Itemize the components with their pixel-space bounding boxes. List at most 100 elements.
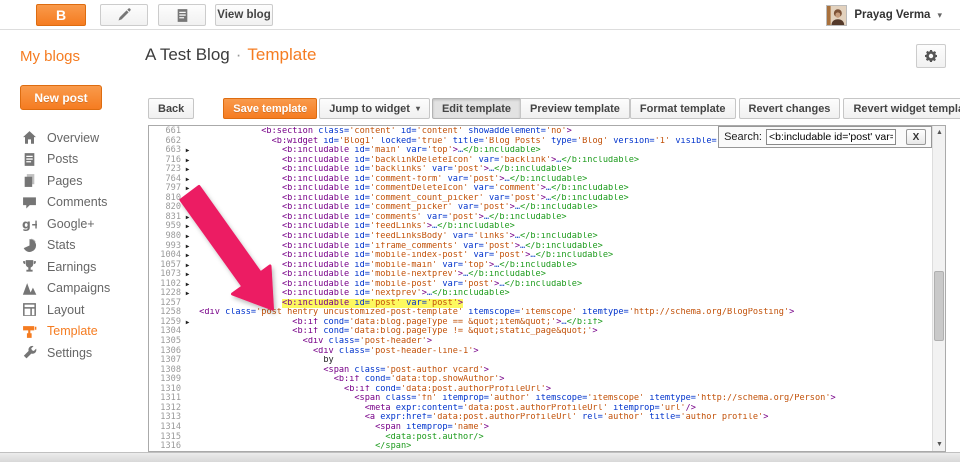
code-text: <b:includable id='feedLinks'>…</b:includ… <box>194 222 932 232</box>
back-button[interactable]: Back <box>148 98 194 119</box>
code-line: 1315<data:post.author/> <box>149 433 932 443</box>
fold-slot <box>181 347 194 357</box>
documents-icon <box>175 8 190 23</box>
code-line: 1316</span> <box>149 442 932 452</box>
my-blogs-link[interactable]: My blogs <box>20 48 80 65</box>
sidebar-item-google[interactable]: Google+ <box>0 213 145 235</box>
code-fold-toggle[interactable]: ▶ <box>181 175 194 185</box>
fold-slot <box>181 423 194 433</box>
code-line: 1304<b:if cond='data:blog.pageType != &q… <box>149 327 932 337</box>
fold-slot <box>181 433 194 443</box>
search-input[interactable] <box>766 129 896 145</box>
sidebar-item-label: Campaigns <box>47 281 110 295</box>
sidebar-item-layout[interactable]: Layout <box>0 299 145 321</box>
top-bar: B View blog Prayag Verma ▾ <box>0 0 960 30</box>
pencil-icon <box>117 8 131 22</box>
template-icon <box>22 324 37 339</box>
code-fold-toggle[interactable]: ▶ <box>181 184 194 194</box>
code-line: 980▶<b:includable id='feedLinksBody' var… <box>149 232 932 242</box>
new-post-button[interactable]: New post <box>20 85 102 110</box>
code-fold-toggle[interactable]: ▶ <box>181 318 194 328</box>
home-icon <box>22 130 37 145</box>
code-lines: 661<b:section class='content' id='conten… <box>149 127 932 452</box>
chevron-down-icon: ▾ <box>416 104 420 113</box>
code-line: 1073▶<b:includable id='mobile-nextprev'>… <box>149 270 932 280</box>
code-fold-toggle[interactable]: ▶ <box>181 194 194 204</box>
code-fold-toggle[interactable]: ▶ <box>181 203 194 213</box>
code-fold-toggle[interactable]: ▶ <box>181 270 194 280</box>
new-post-icon-button[interactable] <box>100 4 148 26</box>
vertical-scrollbar[interactable]: ▲ ▼ <box>932 126 945 451</box>
code-fold-toggle[interactable]: ▶ <box>181 251 194 261</box>
scrollbar-thumb[interactable] <box>934 271 944 341</box>
fold-slot <box>181 375 194 385</box>
sidebar-item-posts[interactable]: Posts <box>0 149 145 171</box>
blogger-logo-button[interactable]: B <box>36 4 86 26</box>
toolbar-spacer <box>194 98 223 119</box>
sidebar-item-template[interactable]: Template <box>0 321 145 343</box>
scroll-up-arrow-icon[interactable]: ▲ <box>933 126 946 139</box>
revert-widget-templates-to-default-button[interactable]: Revert widget templates to default <box>843 98 960 119</box>
gear-icon <box>924 49 938 63</box>
posts-icon <box>22 152 37 167</box>
search-overlay: Search: X <box>718 126 932 148</box>
sidebar-item-earnings[interactable]: Earnings <box>0 256 145 278</box>
view-blog-button[interactable]: View blog <box>215 4 273 26</box>
code-fold-toggle[interactable]: ▶ <box>181 165 194 175</box>
code-text: <b:includable id='mobile-post' var='post… <box>194 280 932 290</box>
blog-name: A Test Blog <box>145 45 230 64</box>
sidebar-item-pages[interactable]: Pages <box>0 170 145 192</box>
sidebar-item-overview[interactable]: Overview <box>0 127 145 149</box>
format-template-button[interactable]: Format template <box>630 98 736 119</box>
gplus-icon <box>22 216 37 231</box>
edit-template-button[interactable]: Edit template <box>432 98 521 119</box>
code-fold-toggle[interactable]: ▶ <box>181 156 194 166</box>
fold-slot <box>181 356 194 366</box>
code-text: <b:includable id='feedLinksBody' var='li… <box>194 232 932 242</box>
jump-to-widget-dropdown[interactable]: Jump to widget▾ <box>319 98 430 119</box>
template-code-editor[interactable]: 661<b:section class='content' id='conten… <box>148 125 946 452</box>
header-row: My blogs A Test Blog·Template <box>0 31 960 81</box>
scroll-down-arrow-icon[interactable]: ▼ <box>933 438 946 451</box>
preview-template-button[interactable]: Preview template <box>520 98 630 119</box>
code-text: <span itemprop='name'> <box>194 423 932 433</box>
sidebar-item-label: Settings <box>47 346 92 360</box>
code-fold-toggle[interactable]: ▶ <box>181 289 194 299</box>
sidebar-item-stats[interactable]: Stats <box>0 235 145 257</box>
code-line: 1311<span class='fn' itemprop='author' i… <box>149 394 932 404</box>
code-fold-toggle[interactable]: ▶ <box>181 146 194 156</box>
code-fold-toggle[interactable]: ▶ <box>181 222 194 232</box>
blogger-template-editor-page: B View blog Prayag Verma ▾ My blogs A T <box>0 0 960 462</box>
revert-changes-button[interactable]: Revert changes <box>739 98 841 119</box>
sidebar-item-comments[interactable]: Comments <box>0 192 145 214</box>
code-text: <b:includable id='mobile-index-post' var… <box>194 251 932 261</box>
code-fold-toggle[interactable]: ▶ <box>181 232 194 242</box>
sidebar-item-label: Pages <box>47 174 82 188</box>
earnings-icon <box>22 259 37 274</box>
sidebar-item-campaigns[interactable]: Campaigns <box>0 278 145 300</box>
code-fold-toggle[interactable]: ▶ <box>181 261 194 271</box>
code-fold-toggle[interactable]: ▶ <box>181 242 194 252</box>
code-fold-toggle[interactable]: ▶ <box>181 280 194 290</box>
post-list-icon-button[interactable] <box>158 4 206 26</box>
fold-slot <box>181 366 194 376</box>
breadcrumb: A Test Blog·Template <box>145 45 316 65</box>
horizontal-scrollbar-strip[interactable] <box>0 452 960 462</box>
code-text: <b:includable id='backlinkDeleteIcon' va… <box>194 156 932 166</box>
code-line: 1307by <box>149 356 932 366</box>
code-text: <b:includable id='comments' var='post'>…… <box>194 213 932 223</box>
search-close-button[interactable]: X <box>906 129 926 145</box>
settings-gear-button[interactable] <box>916 44 946 68</box>
user-account-menu[interactable]: Prayag Verma ▾ <box>826 4 942 26</box>
save-template-button[interactable]: Save template <box>223 98 317 119</box>
fold-slot <box>181 137 194 147</box>
code-line: 993▶<b:includable id='iframe_comments' v… <box>149 242 932 252</box>
code-line: 764▶<b:includable id='comment-form' var=… <box>149 175 932 185</box>
code-line: 723▶<b:includable id='backlinks' var='po… <box>149 165 932 175</box>
code-text: <b:includable id='nextprev'>…</b:includa… <box>194 289 932 299</box>
code-line: 716▶<b:includable id='backlinkDeleteIcon… <box>149 156 932 166</box>
sidebar-item-settings[interactable]: Settings <box>0 342 145 364</box>
code-text: </span> <box>194 442 932 452</box>
code-fold-toggle[interactable]: ▶ <box>181 213 194 223</box>
code-text: by <box>194 356 932 366</box>
